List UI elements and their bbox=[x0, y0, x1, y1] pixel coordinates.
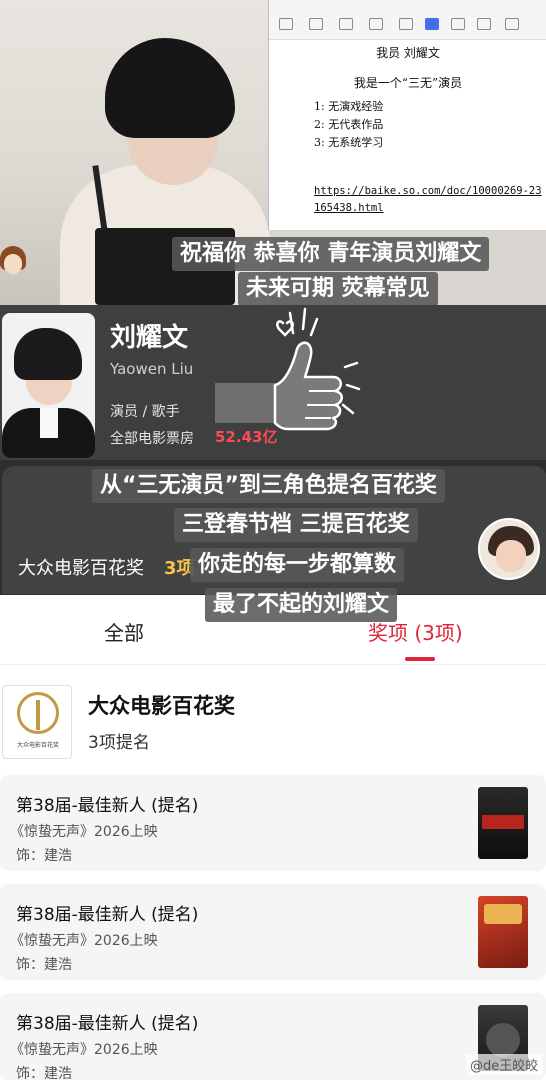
document-item: 3: 无系统学习 bbox=[314, 136, 384, 149]
toolbar-icon bbox=[399, 18, 413, 30]
top-screenshot: 我员 刘耀文 我是一个“三无”演员 1: 无演戏经验 2: 无代表作品 3: 无… bbox=[0, 0, 546, 305]
caption-line: 从“三无演员”到三角色提名百花奖 bbox=[92, 469, 445, 503]
tab-active-indicator bbox=[405, 657, 435, 661]
person-hair bbox=[105, 38, 235, 138]
toolbar-icon bbox=[451, 18, 465, 30]
award-logo: 大众电影百花奖 bbox=[2, 685, 72, 759]
film-poster[interactable] bbox=[478, 787, 528, 859]
profile-name: 刘耀文 bbox=[110, 323, 189, 353]
toolbar-icon bbox=[505, 18, 519, 30]
nomination-title: 第38届-最佳新人 (提名) bbox=[16, 1014, 199, 1034]
profile-roles: 演员 / 歌手 bbox=[110, 404, 180, 420]
caption-line: 三登春节档 三提百花奖 bbox=[174, 508, 418, 542]
document-link[interactable]: https://baike.so.com/doc/10000269-231654… bbox=[314, 183, 544, 217]
nomination-role: 饰：建浩 bbox=[16, 848, 72, 864]
nomination-film: 《惊蛰无声》2026上映 bbox=[10, 1042, 158, 1058]
toolbar-icon bbox=[339, 18, 353, 30]
document-toolbar bbox=[269, 0, 546, 40]
award-logo-text: 大众电影百花奖 bbox=[16, 742, 59, 749]
caption-line: 你走的每一步都算数 bbox=[190, 548, 405, 582]
toolbar-icon bbox=[369, 18, 383, 30]
round-avatar bbox=[478, 518, 540, 580]
film-poster[interactable] bbox=[478, 896, 528, 968]
avatar bbox=[2, 313, 95, 458]
nomination-title: 第38届-最佳新人 (提名) bbox=[16, 796, 199, 816]
profile-card[interactable]: 刘耀文 Yaowen Liu 演员 / 歌手 全部电影票房 52.43亿 bbox=[0, 305, 546, 460]
box-office-label: 全部电影票房 bbox=[110, 431, 194, 447]
nomination-card[interactable]: 第38届-最佳新人 (提名) 《惊蛰无声》2026上映 饰：建浩 bbox=[0, 993, 546, 1080]
toolbar-icon bbox=[309, 18, 323, 30]
nomination-role: 饰：建浩 bbox=[16, 957, 72, 973]
document-subtitle: 我是一个“三无”演员 bbox=[353, 76, 463, 90]
nomination-role: 饰：建浩 bbox=[16, 1066, 72, 1080]
caption-line: 未来可期 荧幕常见 bbox=[238, 272, 438, 305]
nomination-card[interactable]: 第38届-最佳新人 (提名) 《惊蛰无声》2026上映 饰：建浩 bbox=[0, 775, 546, 871]
document-screenshot: 我员 刘耀文 我是一个“三无”演员 1: 无演戏经验 2: 无代表作品 3: 无… bbox=[268, 0, 546, 230]
watermark: @de王皎皎 bbox=[466, 1054, 543, 1075]
thumbs-up-icon bbox=[215, 307, 361, 431]
caption-line: 祝福你 恭喜你 青年演员刘耀文 bbox=[172, 237, 490, 271]
nomination-film: 《惊蛰无声》2026上映 bbox=[10, 824, 158, 840]
award-title: 大众电影百花奖 bbox=[88, 694, 235, 718]
toolbar-icon bbox=[279, 18, 293, 30]
toolbar-icon bbox=[477, 18, 491, 30]
document-item: 1: 无演戏经验 bbox=[314, 100, 384, 113]
award-strip-name: 大众电影百花奖 bbox=[18, 558, 144, 579]
document-title: 我员 刘耀文 bbox=[376, 46, 440, 60]
nomination-title: 第38届-最佳新人 (提名) bbox=[16, 905, 199, 925]
nomination-film: 《惊蛰无声》2026上映 bbox=[10, 933, 158, 949]
cartoon-sticker bbox=[0, 246, 26, 290]
award-subtitle: 3项提名 bbox=[88, 733, 150, 753]
caption-line: 最了不起的刘耀文 bbox=[205, 588, 398, 622]
document-item: 2: 无代表作品 bbox=[314, 118, 384, 131]
tab-all[interactable]: 全部 bbox=[104, 617, 144, 646]
toolbar-icon-active bbox=[425, 18, 439, 30]
nomination-card[interactable]: 第38届-最佳新人 (提名) 《惊蛰无声》2026上映 饰：建浩 bbox=[0, 884, 546, 980]
profile-name-en: Yaowen Liu bbox=[110, 360, 194, 378]
